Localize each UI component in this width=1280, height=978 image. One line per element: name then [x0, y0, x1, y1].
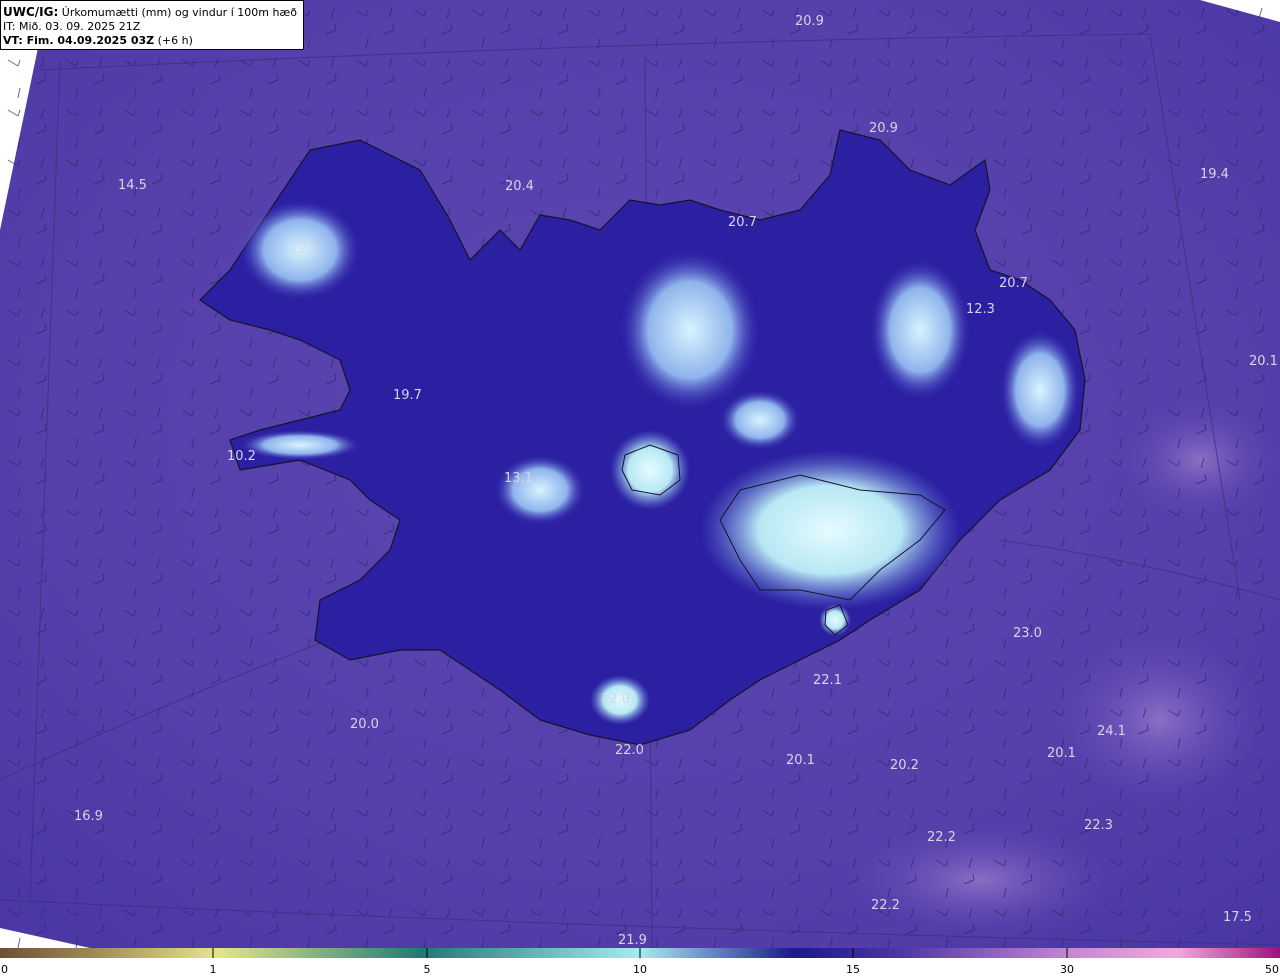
- valid-time: VT: Fim. 04.09.2025 03Z: [3, 34, 155, 47]
- map-value: 20.7: [999, 276, 1028, 291]
- map-value: 20.1: [786, 753, 815, 768]
- colorbar-tick: 15: [846, 963, 860, 976]
- map-value: 19.4: [1200, 167, 1229, 182]
- map-value: 20.0: [350, 717, 379, 732]
- valid-offset: (+6 h): [154, 34, 193, 47]
- model-label: UWC/IG:: [3, 5, 59, 19]
- title-line: UWC/IG: Úrkomumætti (mm) og vindur í 100…: [3, 5, 303, 20]
- map-value: 24.1: [1097, 724, 1126, 739]
- map-value: 10.2: [227, 449, 256, 464]
- colorbar-tick: 50: [1265, 963, 1279, 976]
- map-value: 12.1: [290, 242, 319, 257]
- map-title: Úrkomumætti (mm) og vindur í 100m hæð: [58, 6, 297, 19]
- map-value: 20.9: [869, 121, 898, 136]
- map-value: 12.0: [601, 692, 630, 707]
- init-time: Mið. 03. 09. 2025 21Z: [15, 20, 141, 33]
- map-value: 12.3: [966, 302, 995, 317]
- map-value: 20.1: [1047, 746, 1076, 761]
- colorbar-tick: 5: [423, 963, 431, 976]
- map-value: 22.1: [813, 673, 842, 688]
- map-value: 19.7: [393, 388, 422, 403]
- init-time-line: IT: Mið. 03. 09. 2025 21Z: [3, 20, 303, 34]
- map-value: 20.2: [890, 758, 919, 773]
- init-label: IT:: [3, 20, 16, 33]
- map-value: 23.0: [1013, 626, 1042, 641]
- colorbar-tick: 0: [1, 963, 8, 976]
- valid-time-line: VT: Fim. 04.09.2025 03Z (+6 h): [3, 34, 303, 48]
- map-value: 20.4: [505, 179, 534, 194]
- map-value: 14.5: [118, 178, 147, 193]
- map-value: 13.1: [504, 471, 533, 486]
- colorbar: [0, 948, 1280, 958]
- map-value: 20.7: [728, 215, 757, 230]
- map-value: 16.9: [74, 809, 103, 824]
- colorbar-tick: 30: [1060, 963, 1074, 976]
- colorbar-ticks: 0 1 5 10 15 30 50: [0, 958, 1280, 978]
- colorbar-tick: 1: [209, 963, 217, 976]
- map-value: 22.3: [1084, 818, 1113, 833]
- map-value: 21.9: [618, 933, 647, 948]
- map-value: 22.0: [615, 743, 644, 758]
- weather-map: 20.9 20.9 14.5 20.4 19.4 20.7 12.1 20.7 …: [0, 0, 1280, 948]
- map-value: 22.2: [871, 898, 900, 913]
- map-value: 17.5: [1223, 910, 1252, 925]
- map-value: 20.1: [1249, 354, 1278, 369]
- map-header: UWC/IG: Úrkomumætti (mm) og vindur í 100…: [0, 0, 304, 50]
- colorbar-tick: 10: [633, 963, 647, 976]
- map-value: 22.2: [927, 830, 956, 845]
- map-value: 20.9: [795, 14, 824, 29]
